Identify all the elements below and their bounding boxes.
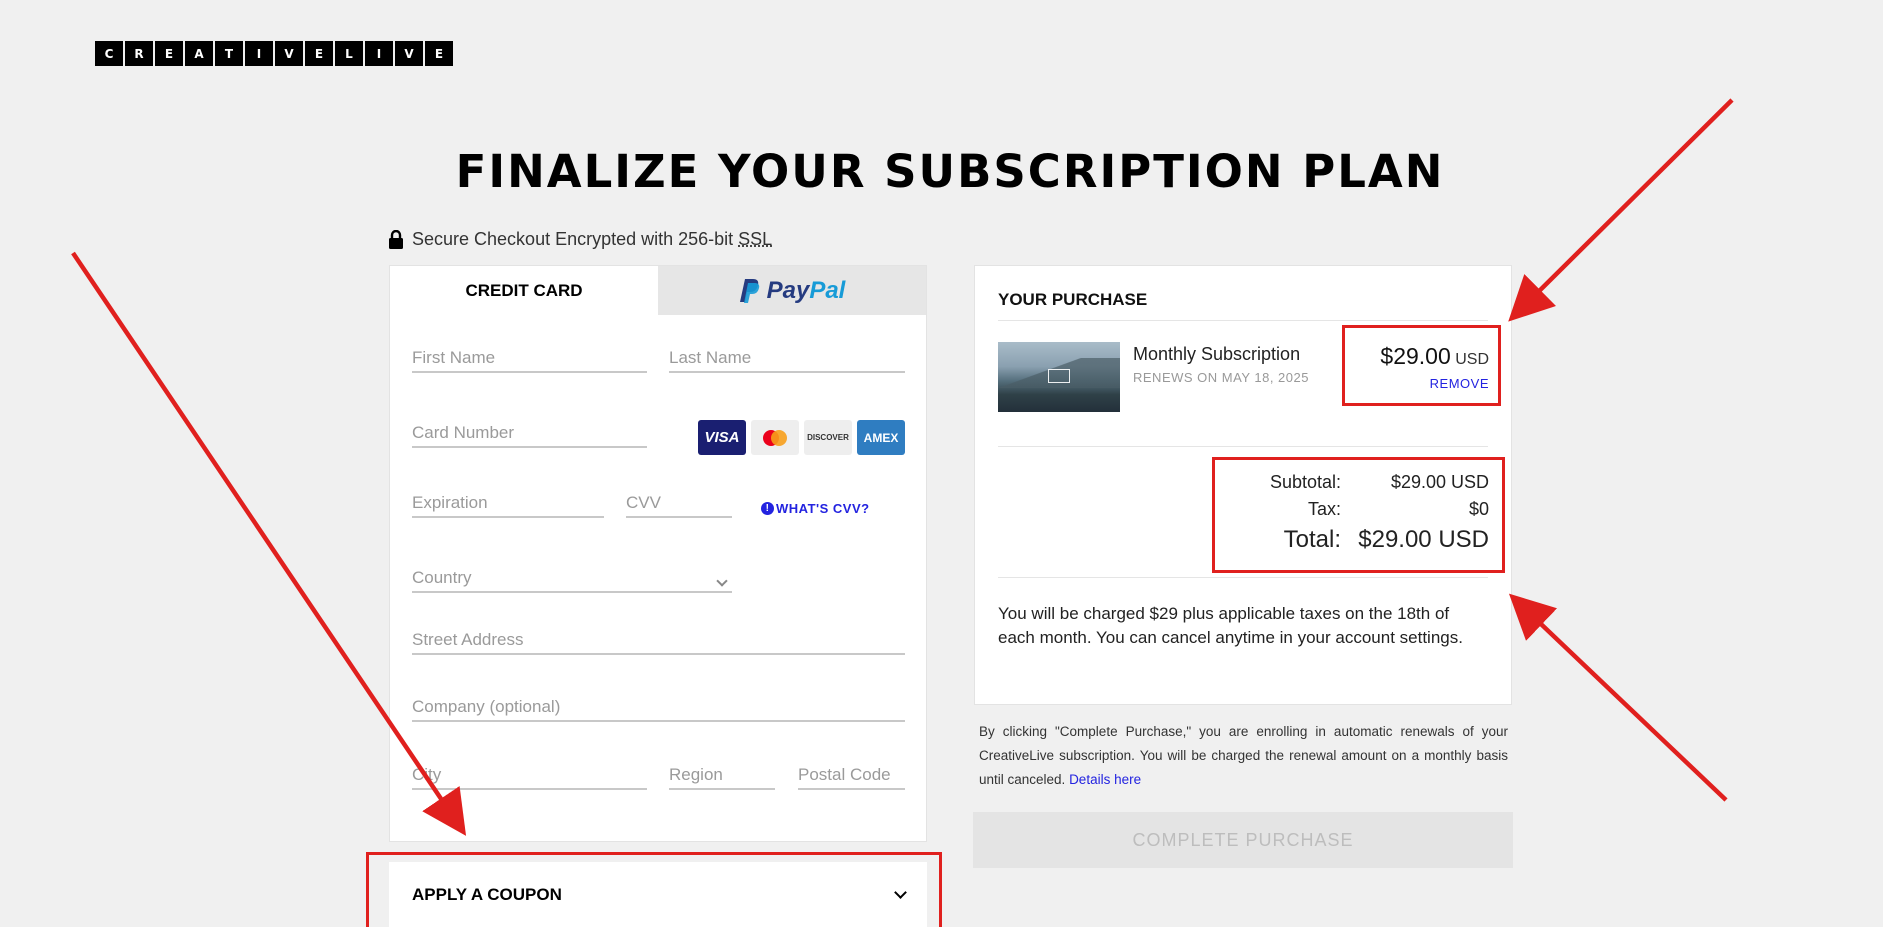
- arrow-to-coupon: [71, 251, 467, 836]
- annotation-arrows: [71, 98, 1734, 836]
- arrow-to-price: [1508, 98, 1734, 322]
- arrow-to-totals: [1508, 593, 1728, 802]
